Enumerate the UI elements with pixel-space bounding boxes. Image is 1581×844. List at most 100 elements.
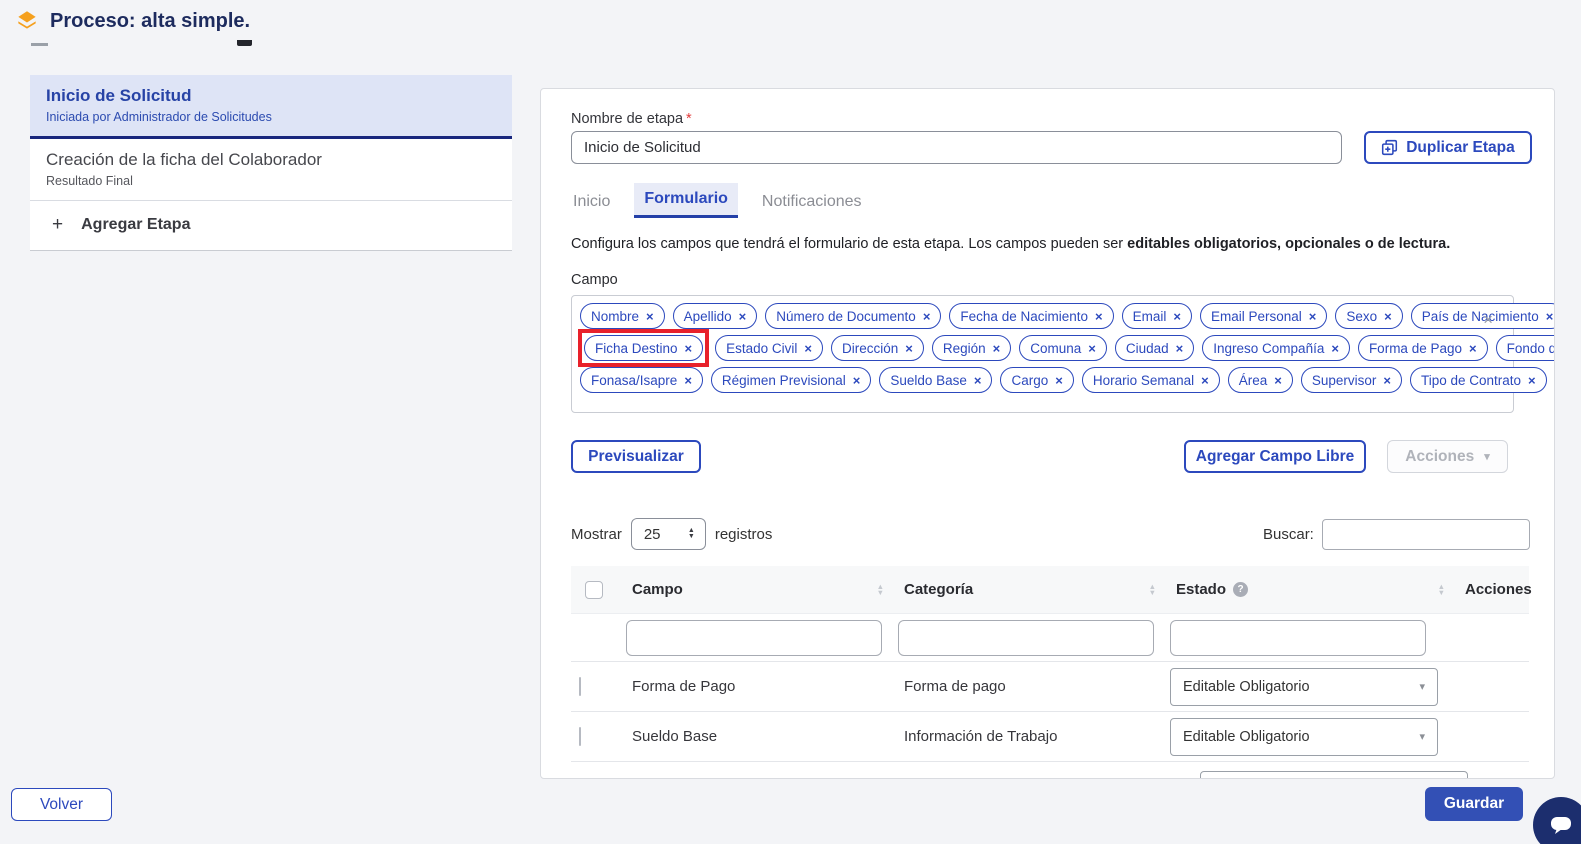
sidebar-item-creacion-ficha[interactable]: Creación de la ficha del Colaborador Res… <box>30 139 512 201</box>
field-tag[interactable]: Región× <box>932 335 1011 361</box>
show-label: Mostrar <box>571 526 622 543</box>
remove-tag-icon[interactable]: × <box>1331 341 1339 356</box>
remove-tag-icon[interactable]: × <box>853 373 861 388</box>
remove-tag-icon[interactable]: × <box>993 341 1001 356</box>
field-tag[interactable]: Forma de Pago× <box>1358 335 1488 361</box>
row-checkbox[interactable] <box>579 677 581 696</box>
field-tag[interactable]: Área× <box>1228 367 1293 393</box>
clipped-heading-fragment <box>31 43 48 46</box>
duplicate-icon <box>1381 139 1398 156</box>
required-asterisk: * <box>686 111 692 127</box>
remove-tag-icon[interactable]: × <box>1088 341 1096 356</box>
field-tag[interactable]: Sueldo Base× <box>879 367 992 393</box>
field-tag[interactable]: Ingreso Compañía× <box>1202 335 1350 361</box>
field-tag[interactable]: Fonasa/Isapre× <box>580 367 703 393</box>
field-tag[interactable]: Tipo de Contrato× <box>1410 367 1547 393</box>
cell-campo: Sueldo Base <box>626 728 898 745</box>
add-stage-label: Agregar Etapa <box>81 216 190 234</box>
remove-tag-icon[interactable]: × <box>1201 373 1209 388</box>
field-tag[interactable]: Sexo × <box>1335 303 1402 329</box>
help-icon[interactable]: ? <box>1233 582 1248 597</box>
header-label: Categoría <box>904 581 973 598</box>
estado-select[interactable]: Editable Obligatorio ▾ <box>1170 718 1438 756</box>
remove-tag-icon[interactable]: × <box>905 341 913 356</box>
remove-tag-icon[interactable]: × <box>923 309 931 324</box>
filter-categoria-input[interactable] <box>898 620 1154 656</box>
field-tag[interactable]: Estado Civil× <box>715 335 823 361</box>
remove-tag-icon[interactable]: × <box>1528 373 1536 388</box>
remove-tag-icon[interactable]: × <box>804 341 812 356</box>
back-button[interactable]: Volver <box>11 788 112 821</box>
cell-estado: Editable Obligatorio ▾ <box>1170 668 1459 706</box>
page-size-control: Mostrar 25 ▲ ▼ registros <box>571 518 772 550</box>
remove-tag-icon[interactable]: × <box>1055 373 1063 388</box>
field-tag[interactable]: Cargo× <box>1000 367 1073 393</box>
clear-all-tags-icon[interactable]: × <box>1483 310 1493 330</box>
stage-sidebar: Inicio de Solicitud Iniciada por Adminis… <box>30 75 512 251</box>
field-tags-box[interactable]: Nombre× Apellido× Número de Documento× F… <box>571 295 1514 413</box>
duplicate-stage-button[interactable]: Duplicar Etapa <box>1364 131 1532 164</box>
filter-campo-input[interactable] <box>626 620 882 656</box>
remove-tag-icon[interactable]: × <box>1384 309 1392 324</box>
page-size-select[interactable]: 25 ▲ ▼ <box>631 518 706 550</box>
form-description-normal: Configura los campos que tendrá el formu… <box>571 236 1127 252</box>
search-input[interactable] <box>1322 519 1530 550</box>
tab-formulario[interactable]: Formulario <box>634 183 738 218</box>
tag-label: Dirección <box>842 341 898 356</box>
remove-tag-icon[interactable]: × <box>646 309 654 324</box>
remove-tag-icon[interactable]: × <box>1095 309 1103 324</box>
chevron-down-icon: ▾ <box>1419 680 1425 693</box>
remove-tag-icon[interactable]: × <box>685 341 693 356</box>
actions-button[interactable]: Acciones ▾ <box>1387 440 1508 473</box>
field-tag-highlighted[interactable]: Ficha Destino× <box>584 335 703 361</box>
remove-tag-icon[interactable]: × <box>1546 309 1554 324</box>
header-label: Acciones <box>1465 581 1532 598</box>
field-tag[interactable]: Ciudad× <box>1115 335 1194 361</box>
sidebar-item-inicio-de-solicitud[interactable]: Inicio de Solicitud Iniciada por Adminis… <box>30 75 512 139</box>
sort-icon[interactable]: ▲ ▼ <box>1149 584 1156 595</box>
field-tag[interactable]: Comuna× <box>1019 335 1107 361</box>
tab-inicio[interactable]: Inicio <box>571 186 612 218</box>
remove-tag-icon[interactable]: × <box>739 309 747 324</box>
sort-icon[interactable]: ▲ ▼ <box>1438 584 1445 595</box>
remove-tag-icon[interactable]: × <box>1274 373 1282 388</box>
save-button[interactable]: Guardar <box>1425 787 1523 821</box>
remove-tag-icon[interactable]: × <box>1469 341 1477 356</box>
field-tag[interactable]: Email Personal× <box>1200 303 1327 329</box>
row-checkbox[interactable] <box>579 727 581 746</box>
tag-label: Sexo <box>1346 309 1377 324</box>
field-tag[interactable]: Email× <box>1122 303 1192 329</box>
select-all-checkbox[interactable] <box>585 581 603 599</box>
field-tag[interactable]: Apellido× <box>673 303 758 329</box>
tab-notificaciones[interactable]: Notificaciones <box>760 186 864 218</box>
header-checkbox-cell <box>571 566 626 613</box>
chat-fab-button[interactable] <box>1533 797 1581 844</box>
sort-icon[interactable]: ▲ ▼ <box>877 584 884 595</box>
remove-tag-icon[interactable]: × <box>1173 309 1181 324</box>
header-categoria: Categoría ▲ ▼ <box>898 566 1170 613</box>
stage-name-input[interactable] <box>571 131 1342 164</box>
remove-tag-icon[interactable]: × <box>974 373 982 388</box>
field-tag[interactable]: Fecha de Nacimiento× <box>949 303 1113 329</box>
cell-categoria: Forma de pago <box>898 678 1170 695</box>
field-tag[interactable]: Número de Documento× <box>765 303 941 329</box>
field-tag[interactable]: Horario Semanal× <box>1082 367 1220 393</box>
remove-tag-icon[interactable]: × <box>1309 309 1317 324</box>
filter-estado-input[interactable] <box>1170 620 1426 656</box>
stage-editor-card: Nombre de etapa* Duplicar Etapa Inicio F… <box>540 88 1555 779</box>
preview-button[interactable]: Previsualizar <box>571 440 701 473</box>
estado-select[interactable]: Editable Obligatorio ▾ <box>1170 668 1438 706</box>
remove-tag-icon[interactable]: × <box>1176 341 1184 356</box>
remove-tag-icon[interactable]: × <box>684 373 692 388</box>
remove-tag-icon[interactable]: × <box>1383 373 1391 388</box>
field-tag[interactable]: Fondo de Cotización× <box>1496 335 1555 361</box>
search-control: Buscar: <box>1263 519 1530 550</box>
chat-bubble-icon <box>1548 813 1574 837</box>
add-free-field-button[interactable]: Agregar Campo Libre <box>1184 440 1366 473</box>
field-tag[interactable]: Supervisor× <box>1301 367 1402 393</box>
header-estado: Estado ? ▲ ▼ <box>1170 566 1459 613</box>
add-stage-button[interactable]: + Agregar Etapa <box>30 201 512 251</box>
field-tag[interactable]: Dirección × <box>831 335 924 361</box>
field-tag[interactable]: Régimen Previsional× <box>711 367 871 393</box>
field-tag[interactable]: Nombre× <box>580 303 665 329</box>
